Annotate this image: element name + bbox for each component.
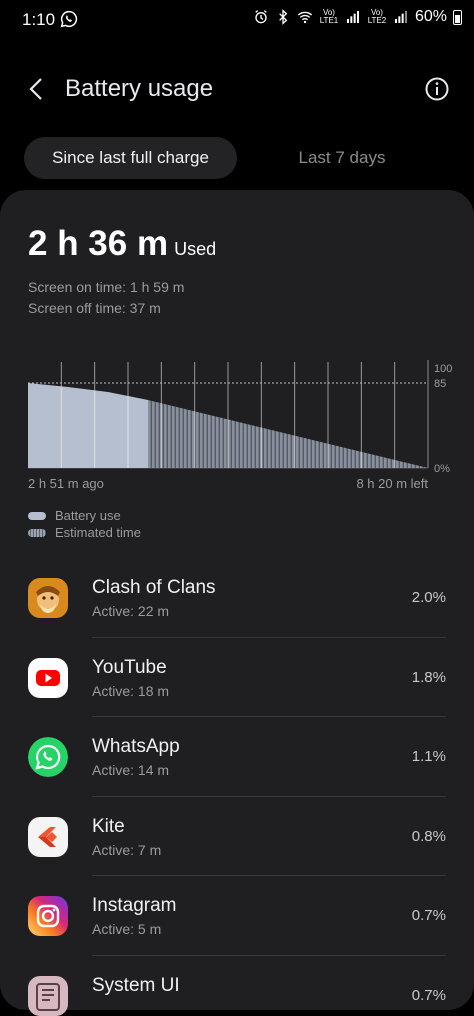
legend-swatch-estimated xyxy=(28,528,46,537)
chart-y-tick-label-100: 100 xyxy=(434,363,452,375)
estimated-area xyxy=(148,400,428,468)
battery-chart: 100 85 0% xyxy=(28,360,452,475)
legend-swatch-battery-use xyxy=(28,511,46,520)
signal-1-icon xyxy=(346,11,359,23)
app-active-time: Active: 14 m xyxy=(92,762,170,778)
app-active-time: Active: 22 m xyxy=(92,603,170,619)
screen-off-time: Screen off time: 37 m xyxy=(28,300,161,316)
whatsapp-notification-icon xyxy=(60,10,78,28)
app-row-youtube[interactable]: YouTube Active: 18 m 1.8% xyxy=(0,638,474,717)
chart-x-start-label: 2 h 51 m ago xyxy=(28,476,104,491)
app-active-time: Active: 18 m xyxy=(92,682,170,699)
app-name: YouTube xyxy=(92,656,167,678)
app-usage-list: Clash of Clans Active: 22 m 2.0% YouTube… xyxy=(0,558,474,1016)
chevron-left-icon xyxy=(29,78,42,100)
whatsapp-icon xyxy=(28,737,68,777)
chart-y-tick-label-85: 85 xyxy=(434,378,446,390)
app-name: Clash of Clans xyxy=(92,577,216,598)
chart-legend: Battery use Estimated time xyxy=(28,507,141,541)
network-2-label: Vo) LTE2 xyxy=(367,8,387,25)
app-active-time: Active: 5 m xyxy=(92,921,162,937)
app-row-instagram[interactable]: Instagram Active: 5 m 0.7% xyxy=(0,876,474,956)
app-percent: 2.0% xyxy=(411,589,446,606)
app-percent: 1.8% xyxy=(411,668,446,686)
clash-of-clans-icon xyxy=(28,578,68,618)
app-name: System UI xyxy=(92,974,180,996)
legend-estimated-label: Estimated time xyxy=(55,525,141,540)
battery-icon xyxy=(453,9,462,25)
used-summary: 2 h 36 m Used xyxy=(28,224,216,264)
youtube-icon xyxy=(28,657,68,698)
app-row-whatsapp[interactable]: WhatsApp Active: 14 m 1.1% xyxy=(0,717,474,797)
app-name: WhatsApp xyxy=(92,736,180,757)
used-label: Used xyxy=(174,239,217,259)
signal-2-icon xyxy=(394,11,407,23)
tab-last-7-days[interactable]: Last 7 days xyxy=(252,137,432,179)
status-right: Vo) LTE1 Vo) LTE2 60% xyxy=(253,8,462,26)
legend-battery-use-label: Battery use xyxy=(55,508,121,523)
screen-on-time: Screen on time: 1 h 59 m xyxy=(28,279,185,295)
screen: 1:10 Vo) LTE1 Vo) LTE2 60% Battery usage… xyxy=(0,0,474,1016)
kite-icon xyxy=(28,816,68,857)
system-ui-icon xyxy=(28,975,68,1016)
app-row-kite[interactable]: Kite Active: 7 m 0.8% xyxy=(0,797,474,876)
bluetooth-icon xyxy=(279,9,288,25)
chart-x-end-label: 8 h 20 m left xyxy=(356,476,428,491)
status-time: 1:10 xyxy=(22,10,56,29)
app-name: Kite xyxy=(92,815,125,837)
app-active-time: Active: 7 m xyxy=(92,841,162,858)
battery-card: 2 h 36 m Used Screen on time: 1 h 59 m S… xyxy=(0,190,474,1016)
app-percent: 1.1% xyxy=(411,748,446,765)
wifi-icon xyxy=(297,11,313,24)
status-bar: 1:10 Vo) LTE1 Vo) LTE2 60% xyxy=(0,0,474,40)
battery-percent: 60% xyxy=(414,8,447,25)
app-header: Battery usage xyxy=(0,60,474,120)
period-tabs: Since last full charge Last 7 days xyxy=(24,137,454,179)
app-row-system-ui[interactable]: System UI 0.7% xyxy=(0,956,474,1016)
legend-battery-use: Battery use xyxy=(28,507,141,524)
page-title: Battery usage xyxy=(65,75,214,102)
info-icon[interactable] xyxy=(424,76,450,102)
app-row-clash-of-clans[interactable]: Clash of Clans Active: 22 m 2.0% xyxy=(0,558,474,638)
network-1-label: Vo) LTE1 xyxy=(319,8,339,25)
app-percent: 0.8% xyxy=(411,827,446,845)
back-button[interactable] xyxy=(22,74,50,104)
instagram-icon xyxy=(28,896,68,936)
chart-y-tick-label-0: 0% xyxy=(434,463,450,475)
app-name: Instagram xyxy=(92,895,177,916)
battery-use-area xyxy=(28,383,148,468)
legend-estimated: Estimated time xyxy=(28,524,141,541)
used-value: 2 h 36 m xyxy=(28,224,169,263)
tab-since-last-full-charge[interactable]: Since last full charge xyxy=(24,137,237,179)
app-percent: 0.7% xyxy=(411,907,446,924)
app-percent: 0.7% xyxy=(411,986,446,1004)
alarm-icon xyxy=(255,10,267,24)
